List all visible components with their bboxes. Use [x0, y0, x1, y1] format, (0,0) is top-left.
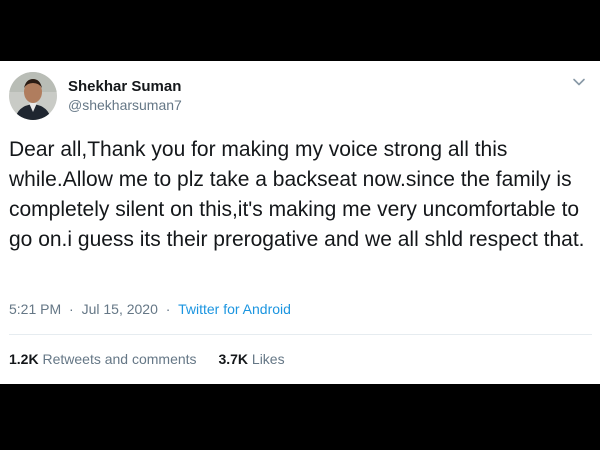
tweet-time[interactable]: 5:21 PM: [9, 301, 61, 317]
user-handle[interactable]: @shekharsuman7: [68, 97, 182, 113]
divider: [9, 334, 592, 335]
likes-count: 3.7K: [218, 351, 249, 367]
display-name[interactable]: Shekhar Suman: [68, 78, 181, 95]
tweet-stats: 1.2K Retweets and comments 3.7K Likes: [9, 351, 303, 367]
meta-separator: ·: [69, 301, 74, 317]
avatar-photo: [9, 72, 57, 120]
retweets-stat[interactable]: 1.2K Retweets and comments: [9, 351, 200, 367]
chevron-down-icon[interactable]: [572, 75, 586, 89]
meta-separator: ·: [165, 301, 171, 317]
tweet-meta: 5:21 PM · Jul 15, 2020 · Twitter for And…: [9, 301, 291, 317]
tweet-text: Dear all,Thank you for making my voice s…: [9, 138, 585, 251]
likes-stat[interactable]: 3.7K Likes: [218, 351, 284, 367]
tweet-card: Shekhar Suman @shekharsuman7 Dear all,Th…: [0, 61, 600, 384]
retweets-label: Retweets and comments: [42, 351, 197, 367]
tweet-date[interactable]: Jul 15, 2020: [82, 301, 158, 317]
avatar[interactable]: [9, 72, 57, 120]
likes-label: Likes: [251, 351, 285, 367]
retweets-count: 1.2K: [9, 351, 39, 367]
tweet-source-link[interactable]: Twitter for Android: [178, 301, 291, 317]
